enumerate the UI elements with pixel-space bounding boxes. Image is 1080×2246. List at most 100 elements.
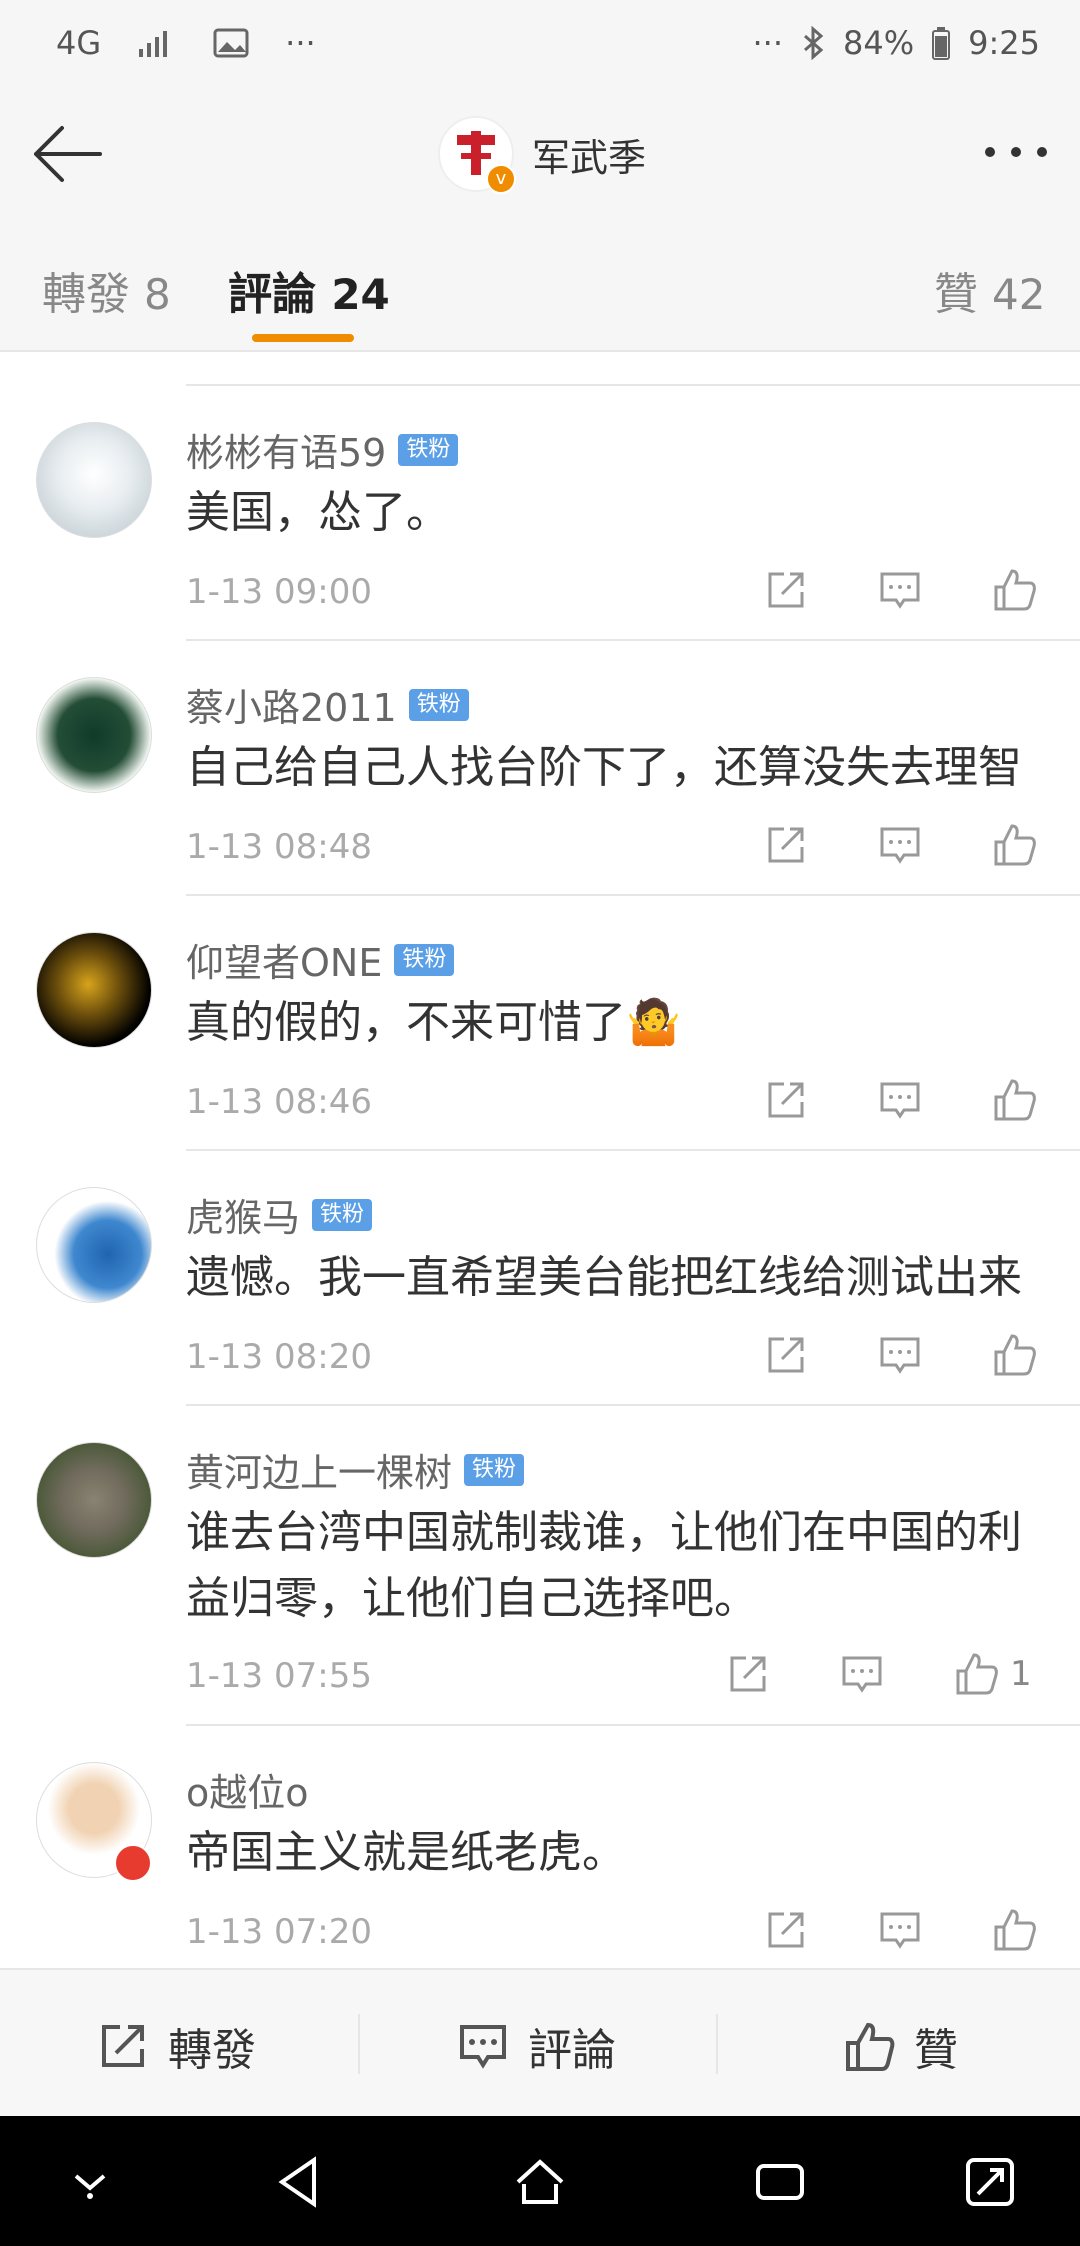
avatar[interactable] [36, 422, 152, 538]
tab-repost[interactable]: 轉發 8 [42, 258, 171, 322]
username[interactable]: 黄河边上一棵树 铁粉 [186, 1442, 525, 1497]
comment-text: 真的假的，不来可惜了🤷 [186, 997, 681, 1048]
more-status-icon-right: ··· [752, 24, 784, 62]
comment-time: 1-13 08:20 [186, 1337, 372, 1377]
like-button[interactable] [992, 566, 1040, 614]
tab-likes-count: 42 [992, 270, 1046, 319]
comment-item[interactable]: o越位o 帝国主义就是纸老虎。 1-13 07:20 [0, 1724, 1080, 1979]
more-button[interactable] [976, 122, 1056, 182]
signal-icon [139, 31, 168, 57]
nav-hide-button[interactable] [60, 2152, 120, 2212]
username-text: 蔡小路2011 [186, 686, 397, 730]
avatar[interactable] [36, 932, 152, 1048]
more-status-icon: ··· [285, 24, 316, 62]
expand-icon [966, 2158, 1014, 2206]
like-button[interactable] [992, 1076, 1040, 1124]
nav-rotate-button[interactable] [960, 2152, 1020, 2212]
thumbs-up-icon [994, 1079, 1036, 1121]
repost-button[interactable] [764, 1076, 812, 1124]
divider [716, 2014, 718, 2074]
battery-percent: 84% [843, 24, 915, 62]
comment-button[interactable] [878, 1331, 926, 1379]
divider [186, 1724, 1080, 1726]
username[interactable]: 虎猴马 铁粉 [186, 1187, 373, 1242]
nav-recents-button[interactable] [750, 2152, 810, 2212]
network-icon: 4G [56, 24, 102, 62]
tab-repost-label: 轉發 [42, 269, 130, 320]
active-tab-indicator [252, 334, 354, 342]
page-title: 军武季 [532, 135, 647, 180]
account-title[interactable]: v 军武季 [438, 116, 647, 194]
tabs: 轉發 8 評論 24 贊 42 [0, 218, 1080, 352]
username[interactable]: 彬彬有语59 铁粉 [186, 422, 459, 477]
tab-comments-label: 評論 [228, 269, 316, 320]
back-button[interactable] [28, 114, 108, 194]
comment-item[interactable]: 黄河边上一棵树 铁粉 谁去台湾中国就制裁谁，让他们在中国的利益归零，让他们自己选… [0, 1404, 1080, 1724]
battery-icon [932, 27, 951, 60]
comment-actions: 1 [726, 1650, 1040, 1698]
comment-item[interactable]: 蔡小路2011 铁粉 自己给自己人找台阶下了，还算没失去理智 1-13 08:4… [0, 639, 1080, 894]
thumbs-up-icon [994, 1909, 1036, 1951]
tab-repost-count: 8 [144, 270, 171, 319]
comment-actions [764, 1331, 1040, 1379]
like-button[interactable] [992, 821, 1040, 869]
chevron-down-icon [74, 2174, 106, 2199]
comment-item[interactable]: 虎猴马 铁粉 遗憾。我一直希望美台能把红线给测试出来 1-13 08:20 [0, 1149, 1080, 1404]
tab-comments-count: 24 [331, 270, 390, 319]
share-icon [768, 1337, 804, 1373]
nav-back-button[interactable] [270, 2152, 330, 2212]
thumbs-up-icon [994, 1334, 1036, 1376]
status-bar: 4G ··· ··· 84% 9:25 [0, 0, 1080, 92]
tab-comments[interactable]: 評論 24 [228, 258, 390, 322]
username[interactable]: 仰望者ONE 铁粉 [186, 932, 455, 987]
like-count: 1 [1010, 1654, 1032, 1694]
username[interactable]: 蔡小路2011 铁粉 [186, 677, 469, 732]
system-navigation-bar [0, 2116, 1080, 2246]
triangle-back-icon [278, 2156, 316, 2208]
like-action[interactable]: 贊 [842, 2014, 958, 2078]
repost-action[interactable]: 轉發 [96, 2014, 256, 2078]
avatar[interactable] [36, 1187, 152, 1303]
comment-time: 1-13 09:00 [186, 572, 372, 612]
comment-icon [880, 1337, 920, 1374]
username-text: 仰望者ONE [186, 941, 383, 985]
repost-button[interactable] [764, 821, 812, 869]
repost-button[interactable] [764, 566, 812, 614]
comment-actions [764, 566, 1040, 614]
image-icon [213, 28, 249, 58]
comment-label: 評論 [528, 2025, 616, 2076]
verified-icon: v [486, 164, 516, 194]
nav-home-button[interactable] [510, 2152, 570, 2212]
comment-time: 1-13 07:55 [186, 1656, 372, 1696]
comment-button[interactable] [878, 821, 926, 869]
comment-button[interactable] [878, 1076, 926, 1124]
bottom-action-bar: 轉發 評論 贊 [0, 1968, 1080, 2118]
username[interactable]: o越位o [186, 1762, 309, 1817]
comment-button[interactable] [878, 1906, 926, 1954]
repost-button[interactable] [726, 1650, 774, 1698]
comment-button[interactable] [840, 1650, 888, 1698]
arrow-left-icon [34, 126, 102, 182]
thumbs-up-icon [994, 824, 1036, 866]
repost-button[interactable] [764, 1331, 812, 1379]
username-text: 彬彬有语59 [186, 431, 387, 475]
comment-item[interactable]: 仰望者ONE 铁粉 真的假的，不来可惜了🤷 1-13 08:46 [0, 894, 1080, 1149]
tab-likes[interactable]: 贊 42 [934, 258, 1045, 322]
comment-text: 谁去台湾中国就制裁谁，让他们在中国的利益归零，让他们自己选择吧。 [186, 1507, 1022, 1624]
repost-button[interactable] [764, 1906, 812, 1954]
header: v 军武季 [0, 92, 1080, 220]
comment-item[interactable]: 彬彬有语59 铁粉 美国，怂了。 1-13 09:00 [0, 384, 1080, 639]
share-icon [768, 827, 804, 863]
avatar[interactable] [36, 677, 152, 793]
bluetooth-icon [804, 26, 824, 60]
username-text: 黄河边上一棵树 [186, 1451, 453, 1495]
avatar[interactable] [36, 1442, 152, 1558]
like-button[interactable] [992, 1331, 1040, 1379]
comment-action[interactable]: 評論 [456, 2014, 616, 2078]
like-button[interactable] [992, 1906, 1040, 1954]
comment-button[interactable] [878, 566, 926, 614]
share-icon [102, 2025, 144, 2067]
comment-icon [842, 1656, 882, 1693]
like-button[interactable]: 1 [954, 1650, 1040, 1698]
comment-text: 美国，怂了。 [186, 487, 450, 538]
